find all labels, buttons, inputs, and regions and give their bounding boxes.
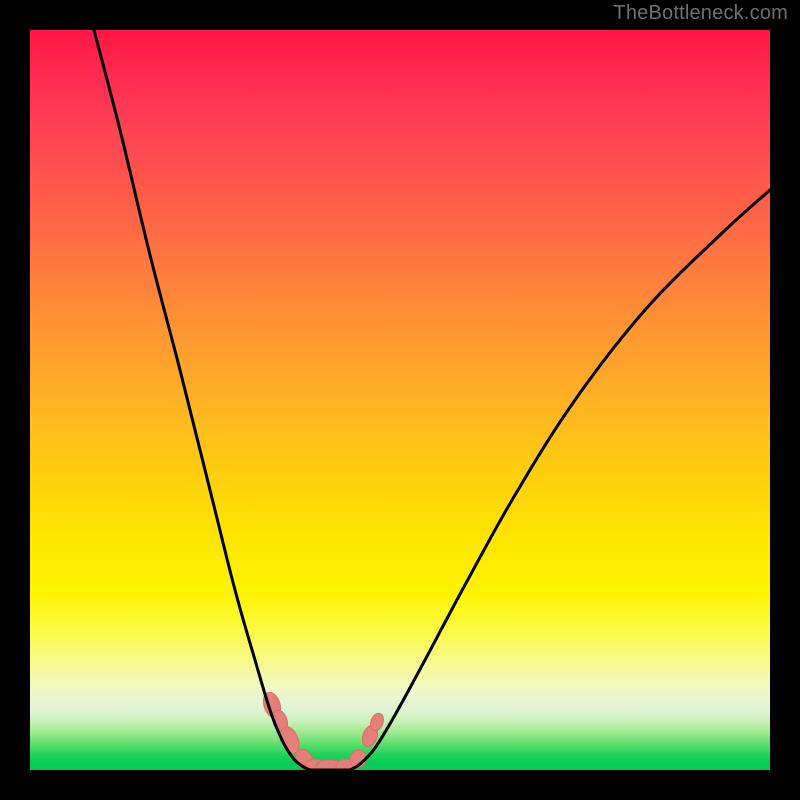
left-curve	[94, 30, 310, 770]
chart-frame: TheBottleneck.com	[0, 0, 800, 800]
watermark-text: TheBottleneck.com	[613, 2, 788, 25]
right-curve	[350, 190, 770, 770]
plot-area	[30, 30, 770, 770]
curve-overlay	[30, 30, 770, 770]
